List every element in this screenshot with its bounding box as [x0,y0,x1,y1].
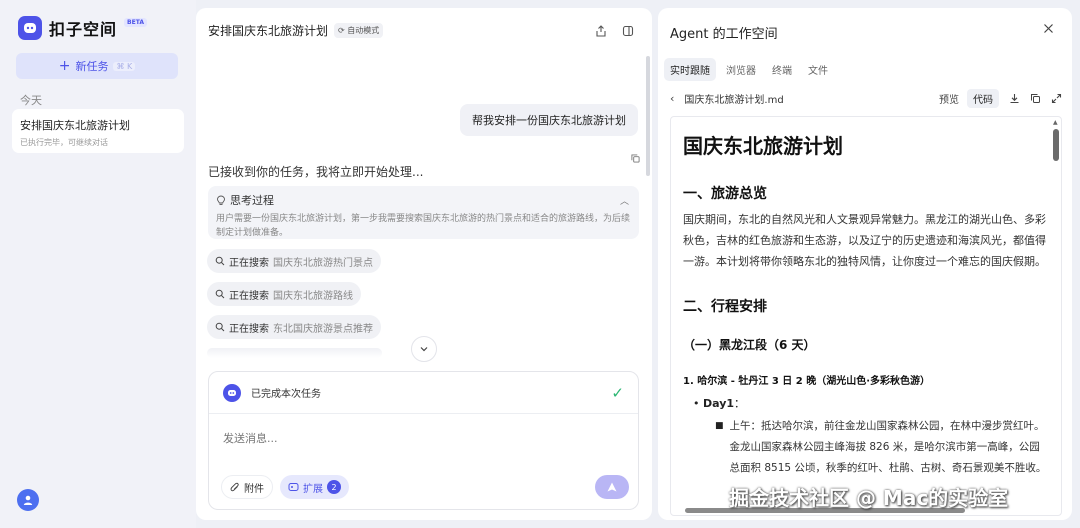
assistant-ack: 已接收到你的任务，我将立即开始处理... [208,165,424,179]
back-arrow-icon[interactable]: ‹ [670,92,674,105]
doc-heading: 二、行程安排 [683,299,767,315]
agent-bot-icon [223,383,241,402]
mode-label: 自动模式 [347,26,380,35]
preview-button[interactable]: 预览 [933,89,965,108]
user-avatar[interactable] [17,489,39,511]
close-icon[interactable] [1043,23,1054,34]
search-icon [215,256,225,266]
search-step-label: 正在搜索 [229,323,269,335]
search-step[interactable]: 正在搜索 东北国庆旅游景点推荐 [207,315,381,339]
chat-panel: 安排国庆东北旅游计划 ⟳ 自动模式 帮我安排一份国庆东北旅游计划 已接收到你的任… [196,8,652,520]
tab-terminal[interactable]: 终端 [766,58,798,81]
file-name: 国庆东北旅游计划.md [684,94,784,106]
extensions-count-badge: 2 [327,480,341,494]
agent-panel-title: Agent 的工作空间 [670,27,778,42]
thinking-title: 思考过程 [230,194,274,207]
paperclip-icon [230,482,240,493]
copy-icon[interactable] [1030,93,1041,104]
search-step[interactable]: 正在搜索 国庆东北旅游路线 [207,282,361,306]
file-toolbar: ‹ 国庆东北旅游计划.md 预览 代码 [670,88,1062,108]
tab-live-follow[interactable]: 实时跟随 [664,58,716,81]
beta-badge: BETA [124,18,147,27]
section-today-label: 今天 [20,94,42,107]
task-status-text: 已完成本次任务 [251,389,321,400]
bullet: ■ [715,421,724,431]
workspace-tabs: 实时跟随 浏览器 终端 文件 [664,58,834,81]
search-query: 国庆东北旅游路线 [273,290,353,302]
search-step[interactable]: 正在搜索 国庆东北旅游热门景点 [207,249,381,273]
chevron-up-icon[interactable]: ︿ [620,194,629,207]
search-query: 国庆东北旅游热门景点 [273,257,373,269]
doc-vertical-scrollbar[interactable] [1053,129,1059,161]
agent-workspace-panel: Agent 的工作空间 实时跟随 浏览器 终端 文件 ‹ 国庆东北旅游计划.md… [658,8,1072,520]
toggle-panel-icon[interactable] [621,24,635,38]
task-status-row: 已完成本次任务 ✓ [209,372,638,414]
app-name: 扣子空间 [49,20,118,39]
watermark: 掘金技术社区 @ Mac的实验室 [729,486,1009,510]
chat-title: 安排国庆东北旅游计划 [208,24,329,38]
tab-files[interactable]: 文件 [802,58,834,81]
doc-list-text: 上午：抵达哈尔滨，前往金龙山国家森林公园，在林中漫步赏红叶。金龙山国家森林公园主… [729,420,1047,474]
scroll-to-bottom-button[interactable] [411,336,437,362]
task-subtitle: 已执行完毕，可继续对话 [20,138,108,147]
new-task-button[interactable]: + 新任务 ⌘ K [16,53,178,79]
task-title: 安排国庆东北旅游计划 [20,119,130,132]
extensions-button[interactable]: 扩展 2 [280,475,349,499]
message-input[interactable] [223,432,603,445]
expand-icon[interactable] [1051,93,1062,104]
copy-icon[interactable] [631,154,640,163]
day-colon: ： [734,397,746,410]
doc-nested-list-item: ■ 上午：抵达哈尔滨，前往金龙山国家森林公园，在林中漫步赏红叶。金龙山国家森林公… [715,416,1049,479]
search-step-label: 正在搜索 [229,257,269,269]
download-icon[interactable] [1009,93,1020,104]
extensions-label: 扩展 [303,483,323,495]
code-button[interactable]: 代码 [967,88,999,108]
scroll-up-arrow-icon[interactable]: ▲ [1053,119,1058,126]
doc-heading: 一、旅游总览 [683,186,767,202]
faded-search-step [207,348,382,358]
doc-section-heading: 1. 哈尔滨 - 牡丹江 3 日 2 晚（湖光山色·多彩秋色游） [683,376,930,387]
extension-icon [288,482,299,492]
chat-scrollbar[interactable] [646,56,650,176]
doc-subheading: （一）黑龙江段（6 天） [683,338,816,352]
message-composer: 已完成本次任务 ✓ 附件 扩展 2 [208,371,639,510]
lightbulb-icon [216,195,226,206]
share-icon[interactable] [594,24,608,38]
send-icon [607,482,617,492]
day-label: Day1 [703,397,735,410]
thinking-body: 用户需要一份国庆东北旅游计划，第一步我需要搜索国庆东北旅游的热门景点和适合的旅游… [216,214,631,238]
chevron-down-icon [420,347,428,352]
attach-label: 附件 [244,483,264,495]
shortcut-hint: ⌘ K [113,61,136,71]
mode-badge[interactable]: ⟳ 自动模式 [334,23,384,38]
search-step-label: 正在搜索 [229,290,269,302]
chat-header: 安排国庆东北旅游计划 ⟳ 自动模式 [208,22,384,39]
doc-title: 国庆东北旅游计划 [683,134,843,158]
plus-icon: + [58,58,71,74]
doc-paragraph: 国庆期间，东北的自然风光和人文景观异常魅力。黑龙江的湖光山色、多彩秋色，吉林的红… [683,213,1046,268]
app-logo[interactable]: 扣子空间 BETA [18,16,147,40]
task-list-item[interactable]: 安排国庆东北旅游计划 已执行完毕，可继续对话 [12,109,184,153]
markdown-preview[interactable]: 国庆东北旅游计划 一、旅游总览 国庆期间，东北的自然风光和人文景观异常魅力。黑龙… [670,116,1062,516]
check-icon: ✓ [611,383,624,402]
sidebar: 扣子空间 BETA + 新任务 ⌘ K 今天 安排国庆东北旅游计划 已执行完毕，… [0,0,196,528]
doc-list-item-day: • Day1： [693,397,746,410]
search-icon [215,322,225,332]
new-task-label: 新任务 [75,60,109,73]
search-query: 东北国庆旅游景点推荐 [273,323,373,335]
search-icon [215,289,225,299]
attach-button[interactable]: 附件 [221,475,273,499]
user-icon [23,495,33,505]
thinking-block[interactable]: 思考过程 用户需要一份国庆东北旅游计划，第一步我需要搜索国庆东北旅游的热门景点和… [208,186,639,239]
tab-browser[interactable]: 浏览器 [720,58,762,81]
auto-mode-icon: ⟳ [338,26,345,35]
app-logo-icon [18,16,42,40]
send-button[interactable] [595,475,629,499]
user-message: 帮我安排一份国庆东北旅游计划 [460,104,638,136]
